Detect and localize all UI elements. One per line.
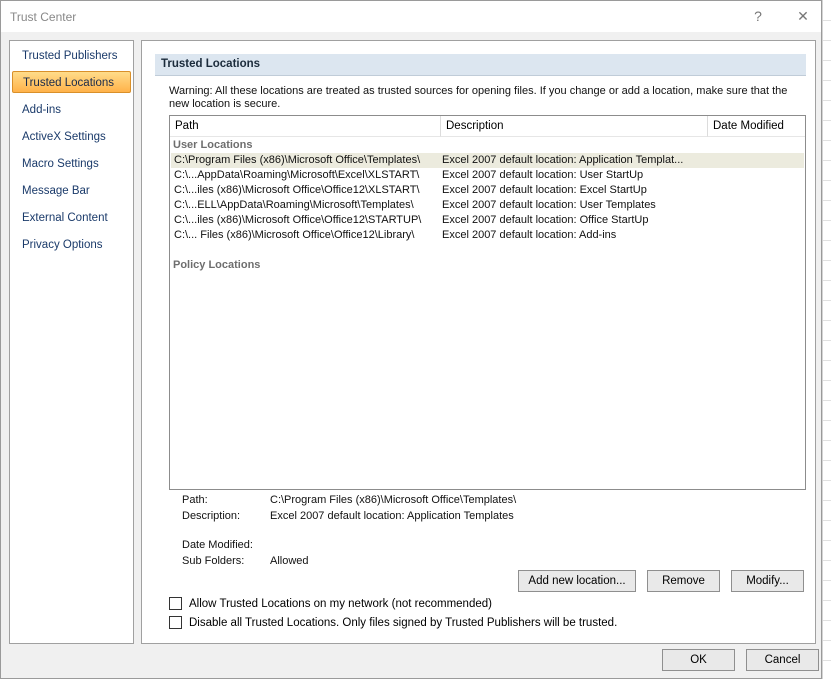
disable-all-label[interactable]: Disable all Trusted Locations. Only file… — [189, 616, 617, 630]
column-header-date-modified[interactable]: Date Modified — [708, 116, 805, 137]
row-path: C:\...iles (x86)\Microsoft Office\Office… — [174, 184, 420, 196]
section-title: Trusted Locations — [155, 54, 806, 76]
sidebar-item-external-content[interactable]: External Content — [12, 207, 131, 229]
grid-line — [823, 520, 831, 521]
grid-line — [823, 480, 831, 481]
row-description: Excel 2007 default location: User Templa… — [442, 199, 656, 211]
grid-line — [823, 560, 831, 561]
trusted-locations-list[interactable]: Path Description Date Modified User Loca… — [169, 115, 806, 490]
group-label-policy-locations: Policy Locations — [173, 259, 261, 271]
detail-date-modified-label: Date Modified: — [182, 539, 253, 551]
sidebar-item-message-bar[interactable]: Message Bar — [12, 180, 131, 202]
disable-all-checkbox[interactable] — [169, 616, 182, 629]
grid-line — [823, 240, 831, 241]
allow-network-checkbox[interactable] — [169, 597, 182, 610]
sidebar-item-activex-settings[interactable]: ActiveX Settings — [12, 126, 131, 148]
row-path: C:\...AppData\Roaming\Microsoft\Excel\XL… — [174, 169, 420, 181]
warning-text: Warning: All these locations are treated… — [169, 85, 788, 110]
window-title: Trust Center — [10, 10, 77, 24]
table-row[interactable]: C:\Program Files (x86)\Microsoft Office\… — [171, 153, 804, 168]
sidebar-item-privacy-options[interactable]: Privacy Options — [12, 234, 131, 256]
main-panel: Trusted Locations Warning: All these loc… — [141, 40, 816, 644]
background-spreadsheet-edge — [822, 0, 831, 679]
grid-line — [823, 200, 831, 201]
detail-description-label: Description: — [182, 510, 241, 522]
grid-line — [823, 160, 831, 161]
modify-button[interactable]: Modify... — [731, 570, 804, 592]
row-description: Excel 2007 default location: Office Star… — [442, 214, 649, 226]
detail-path-value: C:\Program Files (x86)\Microsoft Office\… — [270, 494, 517, 506]
grid-line — [823, 320, 831, 321]
grid-line — [823, 60, 831, 61]
row-description: Excel 2007 default location: Excel Start… — [442, 184, 647, 196]
row-path: C:\Program Files (x86)\Microsoft Office\… — [174, 154, 421, 166]
table-row[interactable]: C:\...iles (x86)\Microsoft Office\Office… — [171, 183, 804, 198]
detail-subfolders-value: Allowed — [270, 555, 309, 567]
sidebar-item-add-ins[interactable]: Add-ins — [12, 99, 131, 121]
grid-line — [823, 380, 831, 381]
remove-button[interactable]: Remove — [647, 570, 720, 592]
grid-line — [823, 340, 831, 341]
column-header-path[interactable]: Path — [170, 116, 441, 137]
table-row[interactable]: C:\...AppData\Roaming\Microsoft\Excel\XL… — [171, 168, 804, 183]
detail-path-label: Path: — [182, 494, 208, 506]
sidebar: Trusted Publishers Trusted Locations Add… — [9, 40, 134, 644]
table-row[interactable]: C:\...ELL\AppData\Roaming\Microsoft\Temp… — [171, 198, 804, 213]
detail-description-value: Excel 2007 default location: Application… — [270, 510, 514, 522]
sidebar-item-trusted-publishers[interactable]: Trusted Publishers — [12, 45, 131, 67]
table-row[interactable]: C:\...iles (x86)\Microsoft Office\Office… — [171, 213, 804, 228]
grid-line — [823, 460, 831, 461]
grid-line — [823, 120, 831, 121]
sidebar-item-trusted-locations[interactable]: Trusted Locations — [12, 71, 131, 93]
sidebar-item-macro-settings[interactable]: Macro Settings — [12, 153, 131, 175]
grid-line — [823, 280, 831, 281]
grid-line — [823, 220, 831, 221]
grid-line — [823, 360, 831, 361]
disable-all-checkbox-row[interactable]: Disable all Trusted Locations. Only file… — [169, 616, 729, 630]
grid-line — [823, 140, 831, 141]
grid-line — [823, 640, 831, 641]
ok-button[interactable]: OK — [662, 649, 735, 671]
table-row[interactable]: C:\... Files (x86)\Microsoft Office\Offi… — [171, 228, 804, 243]
grid-line — [823, 600, 831, 601]
cancel-button[interactable]: Cancel — [746, 649, 819, 671]
row-description: Excel 2007 default location: User StartU… — [442, 169, 644, 181]
grid-line — [823, 500, 831, 501]
column-header-description[interactable]: Description — [441, 116, 708, 137]
row-description: Excel 2007 default location: Application… — [442, 154, 684, 166]
grid-line — [823, 300, 831, 301]
close-icon[interactable]: ✕ — [791, 6, 815, 26]
row-path: C:\... Files (x86)\Microsoft Office\Offi… — [174, 229, 415, 241]
title-bar: Trust Center ? ✕ — [1, 1, 821, 32]
grid-line — [823, 20, 831, 21]
grid-line — [823, 400, 831, 401]
help-icon[interactable]: ? — [746, 6, 770, 26]
detail-subfolders-label: Sub Folders: — [182, 555, 245, 567]
grid-line — [823, 540, 831, 541]
grid-line — [823, 440, 831, 441]
row-path: C:\...iles (x86)\Microsoft Office\Office… — [174, 214, 422, 226]
row-description: Excel 2007 default location: Add-ins — [442, 229, 617, 241]
grid-line — [823, 620, 831, 621]
grid-line — [823, 260, 831, 261]
trust-center-dialog: Trust Center ? ✕ Trusted Publishers Trus… — [0, 0, 822, 679]
group-label-user-locations: User Locations — [173, 139, 253, 151]
grid-line — [823, 660, 831, 661]
grid-line — [823, 40, 831, 41]
grid-line — [823, 80, 831, 81]
grid-line — [823, 100, 831, 101]
allow-network-label[interactable]: Allow Trusted Locations on my network (n… — [189, 597, 492, 611]
grid-line — [823, 420, 831, 421]
grid-line — [823, 580, 831, 581]
row-path: C:\...ELL\AppData\Roaming\Microsoft\Temp… — [174, 199, 414, 211]
allow-network-checkbox-row[interactable]: Allow Trusted Locations on my network (n… — [169, 597, 589, 611]
grid-line — [823, 180, 831, 181]
add-new-location-button[interactable]: Add new location... — [518, 570, 636, 592]
